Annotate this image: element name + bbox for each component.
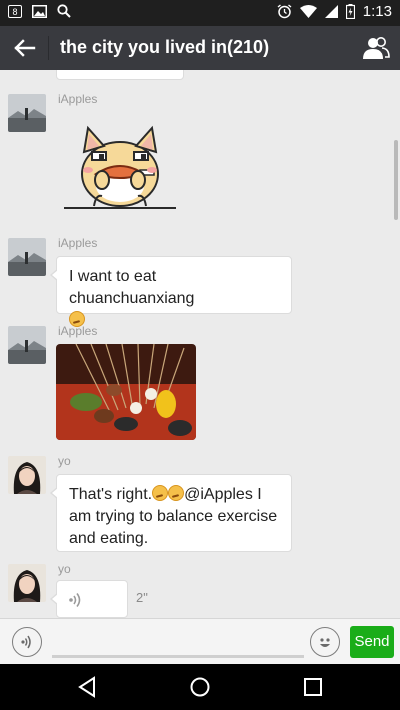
nav-recents-icon[interactable] [300, 674, 326, 700]
divider [48, 36, 49, 60]
voice-duration: 2" [136, 590, 148, 605]
avatar[interactable] [8, 326, 46, 364]
sender-name: yo [58, 454, 71, 468]
message-bubble[interactable]: That's right. @iApples I am trying to bal… [50, 474, 292, 552]
app-bar: the city you lived in(210) [0, 26, 400, 70]
thinking-emoji-icon [152, 485, 169, 501]
search-icon [57, 4, 71, 18]
emoji-button[interactable] [310, 627, 340, 657]
message-text: I want to eat chuanchuanxiang [69, 268, 195, 307]
nav-back-icon[interactable] [74, 674, 100, 700]
scrollbar[interactable] [394, 140, 398, 220]
chat-title: the city you lived in(210) [60, 37, 270, 57]
battery-icon [345, 4, 355, 19]
notification-count-icon: 8 [8, 4, 22, 18]
message-bubble[interactable]: I want to eat chuanchuanxiang [50, 256, 292, 327]
sender-name: iApples [58, 324, 98, 338]
thinking-emoji-icon [168, 485, 185, 501]
input-bar: Send [0, 618, 400, 664]
nav-home-icon[interactable] [187, 674, 213, 700]
alarm-icon [277, 4, 292, 19]
sender-name: iApples [58, 236, 98, 250]
avatar[interactable] [8, 456, 46, 494]
gallery-icon [32, 4, 47, 18]
food-photo-image[interactable] [56, 344, 196, 440]
avatar[interactable] [8, 564, 46, 602]
voice-input-toggle[interactable] [12, 627, 42, 657]
status-bar: 8 1:13 [0, 0, 400, 26]
signal-icon [324, 5, 338, 18]
avatar[interactable] [8, 238, 46, 276]
message-text: That's right. [69, 486, 153, 503]
sticker-dog-eating[interactable] [60, 122, 180, 212]
avatar[interactable] [8, 94, 46, 132]
chat-area[interactable]: iApples iApples I want to eat chuanchuan… [0, 70, 400, 618]
sender-name: iApples [58, 92, 98, 106]
group-members-icon[interactable] [362, 35, 390, 61]
clock: 1:13 [362, 3, 392, 20]
voice-message-bubble[interactable] [50, 580, 128, 618]
smiley-icon [320, 638, 330, 647]
previous-message-bubble[interactable] [56, 70, 184, 80]
sender-name: yo [58, 562, 71, 576]
voice-wave-icon [21, 635, 31, 649]
back-arrow-icon[interactable] [8, 34, 40, 62]
voice-wave-icon [69, 593, 81, 607]
wifi-icon [299, 5, 317, 18]
message-input[interactable] [52, 655, 304, 658]
system-nav-bar [0, 664, 400, 710]
send-button[interactable]: Send [350, 626, 394, 658]
